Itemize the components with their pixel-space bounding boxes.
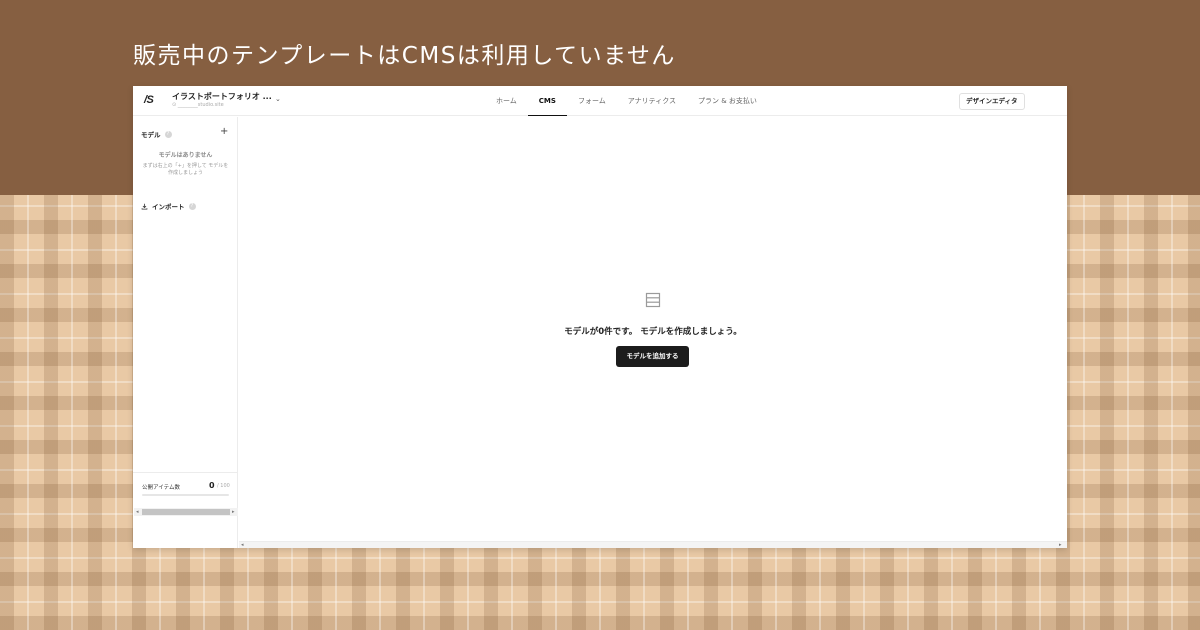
empty-models-hint: まずは右上の「+」を押して モデルを作成しましょう [142, 163, 229, 176]
main-nav: ホーム CMS フォーム アナリティクス プラン & お支払い [485, 86, 768, 116]
help-icon[interactable]: ? [164, 130, 172, 138]
scroll-right-icon[interactable]: ▸ [232, 508, 235, 516]
published-items-label: 公開アイテム数 [142, 485, 180, 491]
help-icon[interactable]: ? [188, 202, 196, 210]
app-window: /S イラストポートフォリオ ... ⊙ ________studio.site… [133, 86, 1067, 548]
empty-models-title: モデルはありません [158, 152, 213, 159]
scroll-right-icon[interactable]: ▸ [1059, 541, 1062, 548]
empty-state-message: モデルが0件です。 モデルを作成しましょう。 [564, 327, 742, 337]
published-items-count: 0 [209, 481, 215, 490]
plus-icon[interactable]: + [220, 126, 228, 137]
tab-plan-billing[interactable]: プラン & お支払い [687, 86, 768, 116]
design-editor-button[interactable]: デザインエディタ [959, 93, 1025, 110]
app-header: /S イラストポートフォリオ ... ⊙ ________studio.site… [133, 86, 1067, 116]
empty-models-message: モデルはありません まずは右上の「+」を押して モデルを作成しましょう [133, 151, 238, 177]
tab-analytics[interactable]: アナリティクス [617, 86, 687, 116]
scroll-left-icon[interactable]: ◂ [136, 508, 139, 516]
project-url: ⊙ ________studio.site [172, 102, 224, 108]
scroll-left-icon[interactable]: ◂ [241, 541, 244, 548]
main-scrollbar[interactable]: ◂ ▸ [239, 541, 1067, 548]
models-section-header: モデル ? [141, 129, 172, 139]
sidebar-scroll-thumb[interactable] [142, 509, 230, 515]
published-items-counter: 公開アイテム数 0 / 100 [133, 472, 238, 508]
project-switcher[interactable]: イラストポートフォリオ ... ⊙ ________studio.site [172, 92, 272, 109]
banner-title: 販売中のテンプレートはCMSは利用していません [133, 43, 676, 69]
cms-main-area: モデルが0件です。 モデルを作成しましょう。 モデルを追加する [239, 117, 1067, 542]
tab-form[interactable]: フォーム [567, 86, 617, 116]
studio-logo[interactable]: /S [144, 94, 154, 106]
add-model-button[interactable]: モデルを追加する [616, 346, 689, 367]
published-items-progress [142, 494, 229, 496]
project-name: イラストポートフォリオ ... [172, 92, 272, 101]
model-list-icon [645, 292, 661, 308]
chevron-down-icon[interactable]: ⌄ [275, 95, 281, 103]
published-items-limit: / 100 [217, 483, 230, 489]
sidebar-scrollbar[interactable]: ◂ ▸ [134, 508, 238, 516]
import-button[interactable]: インポート ? [141, 201, 196, 211]
tab-cms[interactable]: CMS [527, 86, 567, 116]
models-label: モデル [141, 131, 161, 139]
download-icon [141, 203, 148, 210]
tab-home[interactable]: ホーム [485, 86, 528, 116]
import-label: インポート [152, 203, 185, 211]
sidebar: モデル ? + モデルはありません まずは右上の「+」を押して モデルを作成しま… [133, 117, 238, 548]
